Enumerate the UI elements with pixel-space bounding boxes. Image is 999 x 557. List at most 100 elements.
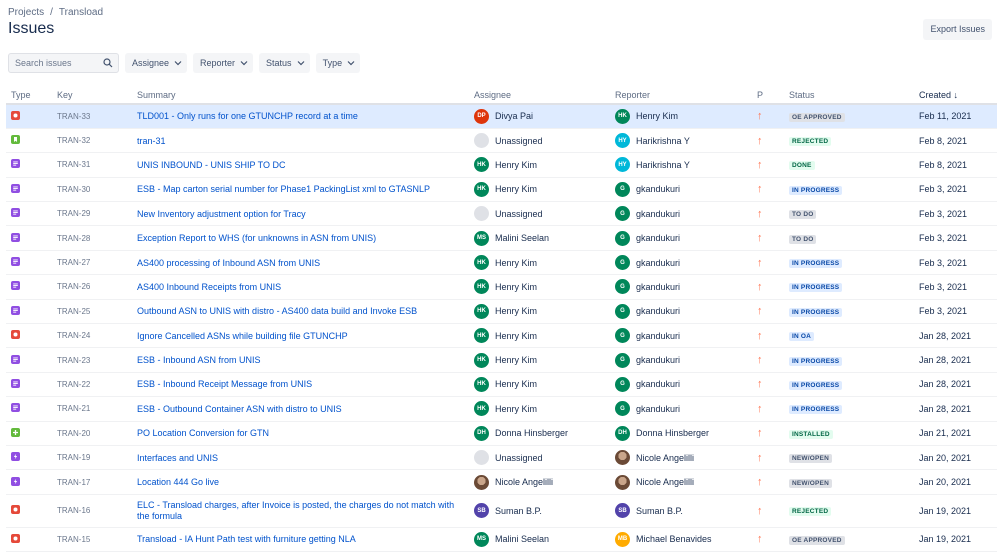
avatar[interactable]: HK: [474, 181, 489, 197]
person-name[interactable]: Henry Kim: [495, 184, 537, 194]
issue-key[interactable]: TRAN-33: [52, 104, 132, 129]
person-name[interactable]: Unassigned: [495, 209, 543, 219]
person-name[interactable]: Divya Pai: [495, 111, 533, 121]
issue-key[interactable]: TRAN-26: [52, 274, 132, 300]
status-filter[interactable]: Status: [259, 53, 310, 73]
status-badge[interactable]: IN OA: [789, 332, 815, 342]
table-row[interactable]: TRAN-30 ESB - Map carton serial number fo…: [6, 177, 997, 203]
table-row[interactable]: TRAN-24 Ignore Cancelled ASNs while build…: [6, 323, 997, 349]
type-filter[interactable]: Type: [315, 53, 361, 73]
issue-key[interactable]: TRAN-25: [52, 299, 132, 325]
issue-key[interactable]: TRAN-27: [52, 250, 132, 276]
issue-summary-link[interactable]: UNIS INBOUND - UNIS SHIP TO DC: [137, 160, 286, 170]
avatar[interactable]: HK: [615, 108, 630, 124]
avatar[interactable]: HK: [474, 328, 489, 344]
table-row[interactable]: TRAN-21 ESB - Outbound Container ASN with…: [6, 396, 997, 422]
table-row[interactable]: TRAN-26 AS400 Inbound Receipts from UNIS H…: [6, 274, 997, 300]
person-name[interactable]: gkandukuri: [636, 404, 680, 414]
issue-summary-link[interactable]: Interfaces and UNIS: [137, 453, 218, 463]
issue-summary-link[interactable]: tran-31: [137, 136, 166, 146]
avatar[interactable]: [615, 450, 630, 466]
status-badge[interactable]: REJECTED: [789, 137, 832, 147]
avatar[interactable]: MB: [615, 531, 630, 547]
table-row[interactable]: TRAN-32 tran-31 Unassigned HY Harikrishna Y ↑…: [6, 128, 997, 154]
issue-key[interactable]: TRAN-28: [52, 225, 132, 251]
breadcrumb-project-link[interactable]: Transload: [59, 7, 103, 18]
person-name[interactable]: Nicole Angelilli: [636, 453, 694, 463]
avatar[interactable]: G: [615, 181, 630, 197]
avatar[interactable]: HK: [474, 279, 489, 295]
avatar[interactable]: DH: [615, 425, 630, 441]
person-name[interactable]: Michael Benavides: [636, 534, 712, 544]
avatar[interactable]: DH: [474, 425, 489, 441]
avatar[interactable]: MS: [474, 230, 489, 246]
issue-key[interactable]: TRAN-29: [52, 201, 132, 227]
person-name[interactable]: Henry Kim: [495, 258, 537, 268]
assignee-filter[interactable]: Assignee: [125, 53, 188, 73]
person-name[interactable]: gkandukuri: [636, 282, 680, 292]
person-name[interactable]: Nicole Angelilli: [636, 477, 694, 487]
column-header-reporter[interactable]: Reporter: [610, 86, 752, 105]
issue-key[interactable]: TRAN-24: [52, 323, 132, 349]
person-name[interactable]: Henry Kim: [495, 306, 537, 316]
person-name[interactable]: Henry Kim: [495, 331, 537, 341]
person-name[interactable]: Henry Kim: [495, 379, 537, 389]
issue-key[interactable]: TRAN-30: [52, 177, 132, 203]
avatar[interactable]: [474, 206, 489, 222]
table-row[interactable]: TRAN-27 AS400 processing of Inbound ASN f…: [6, 250, 997, 276]
person-name[interactable]: gkandukuri: [636, 379, 680, 389]
person-name[interactable]: Harikrishna Y: [636, 160, 690, 170]
person-name[interactable]: Suman B.P.: [636, 506, 683, 516]
person-name[interactable]: gkandukuri: [636, 209, 680, 219]
issue-summary-link[interactable]: AS400 processing of Inbound ASN from UNI…: [137, 258, 320, 268]
issue-key[interactable]: TRAN-16: [52, 494, 132, 528]
avatar[interactable]: DP: [474, 108, 489, 124]
table-row[interactable]: TRAN-20 PO Location Conversion for GTN DH D…: [6, 421, 997, 446]
person-name[interactable]: Harikrishna Y: [636, 136, 690, 146]
avatar[interactable]: HK: [474, 401, 489, 417]
avatar[interactable]: G: [615, 376, 630, 392]
issue-summary-link[interactable]: Exception Report to WHS (for unknowns in…: [137, 233, 376, 243]
avatar[interactable]: SB: [615, 503, 630, 519]
status-badge[interactable]: IN PROGRESS: [789, 307, 843, 317]
status-badge[interactable]: DONE: [789, 161, 815, 171]
status-badge[interactable]: IN PROGRESS: [789, 283, 843, 293]
reporter-filter[interactable]: Reporter: [193, 53, 254, 73]
table-row[interactable]: TRAN-19 Interfaces and UNIS Unassigned Nico…: [6, 445, 997, 471]
issue-key[interactable]: TRAN-32: [52, 128, 132, 154]
status-badge[interactable]: IN PROGRESS: [789, 185, 843, 195]
table-row[interactable]: TRAN-15 Transload - IA Hunt Path test wit…: [6, 527, 997, 553]
status-badge[interactable]: OE APPROVED: [789, 535, 845, 545]
column-header-summary[interactable]: Summary: [132, 86, 469, 105]
person-name[interactable]: gkandukuri: [636, 331, 680, 341]
issue-summary-link[interactable]: Transload - IA Hunt Path test with furni…: [137, 534, 356, 544]
status-badge[interactable]: IN PROGRESS: [789, 380, 843, 390]
avatar[interactable]: G: [615, 328, 630, 344]
table-row[interactable]: TRAN-25 Outbound ASN to UNIS with distro …: [6, 299, 997, 325]
breadcrumb-projects-link[interactable]: Projects: [8, 7, 44, 18]
avatar[interactable]: G: [615, 352, 630, 368]
issue-key[interactable]: TRAN-17: [52, 469, 132, 495]
avatar[interactable]: SB: [474, 503, 489, 519]
person-name[interactable]: Unassigned: [495, 136, 543, 146]
person-name[interactable]: gkandukuri: [636, 184, 680, 194]
avatar[interactable]: MS: [474, 531, 489, 547]
person-name[interactable]: Malini Seelan: [495, 233, 549, 243]
person-name[interactable]: Nicole Angelilli: [495, 477, 553, 487]
person-name[interactable]: Henry Kim: [495, 355, 537, 365]
status-badge[interactable]: IN PROGRESS: [789, 259, 843, 269]
issue-key[interactable]: TRAN-22: [52, 372, 132, 398]
issue-summary-link[interactable]: AS400 Inbound Receipts from UNIS: [137, 282, 281, 292]
table-row[interactable]: TRAN-28 Exception Report to WHS (for unkn…: [6, 225, 997, 251]
issue-summary-link[interactable]: New Inventory adjustment option for Trac…: [137, 209, 306, 219]
issue-key[interactable]: TRAN-31: [52, 152, 132, 178]
issue-summary-link[interactable]: PO Location Conversion for GTN: [137, 428, 269, 438]
avatar[interactable]: G: [615, 255, 630, 271]
avatar[interactable]: HY: [615, 133, 630, 149]
table-row[interactable]: TRAN-33 TLD001 - Only runs for one GTUNCH…: [6, 104, 997, 129]
avatar[interactable]: G: [615, 401, 630, 417]
status-badge[interactable]: IN PROGRESS: [789, 356, 843, 366]
person-name[interactable]: Henry Kim: [495, 160, 537, 170]
person-name[interactable]: gkandukuri: [636, 355, 680, 365]
avatar[interactable]: [615, 474, 630, 490]
